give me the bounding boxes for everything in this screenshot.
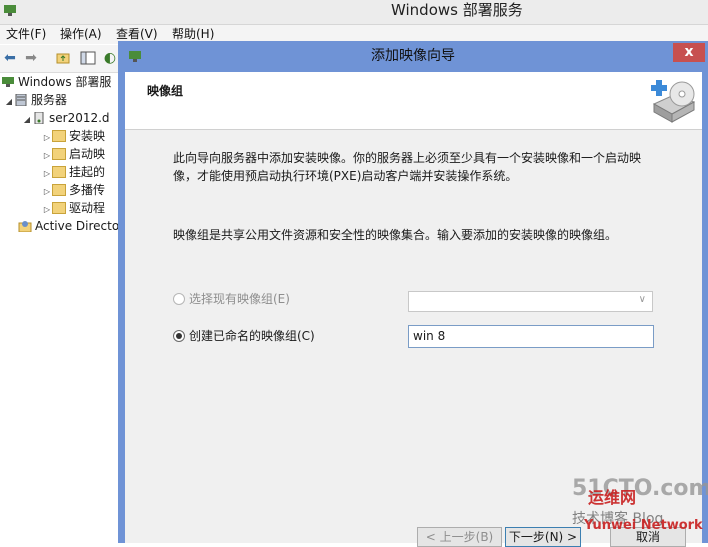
tree-item-boot-images[interactable]: ▷ 启动映: [0, 145, 118, 163]
folder-up-icon[interactable]: [54, 49, 72, 67]
back-arrow-icon[interactable]: ⬅: [1, 49, 19, 67]
image-group-info-text: 映像组是共享公用文件资源和安全性的映像集合。输入要添加的安装映像的映像组。: [173, 228, 618, 242]
watermark-line4: Yunwei Network: [584, 518, 703, 533]
folder-icon: [52, 130, 66, 142]
tree-item-multicast[interactable]: ▷ 多播传: [0, 181, 118, 199]
menu-action[interactable]: 操作(A): [60, 25, 102, 43]
tree-label: 挂起的: [69, 165, 106, 179]
tree-label-server: ser2012.d: [49, 111, 110, 125]
folder-icon: [52, 202, 66, 214]
close-button[interactable]: x: [673, 43, 705, 62]
folder-icon: [52, 184, 66, 196]
expanded-arrow-icon[interactable]: ◢: [4, 93, 14, 111]
tree-item-root[interactable]: Windows 部署服: [0, 73, 118, 91]
wizard-title: 添加映像向导: [371, 48, 455, 64]
tree-item-server[interactable]: ◢ ser2012.d: [0, 109, 118, 127]
tree-item-pending-devices[interactable]: ▷ 挂起的: [0, 163, 118, 181]
tree-label-servers: 服务器: [31, 93, 68, 107]
main-window-title: Windows 部署服务: [391, 1, 523, 19]
deployment-services-icon: [2, 77, 14, 87]
forward-arrow-icon[interactable]: ➡: [22, 49, 40, 67]
select-existing-radio[interactable]: [173, 293, 185, 305]
main-titlebar: [0, 0, 708, 25]
tree-label-active-directory: Active Directo: [35, 219, 118, 233]
server-icon: [34, 112, 44, 124]
servers-icon: [15, 94, 27, 106]
tree-item-drivers[interactable]: ▷ 驱动程: [0, 199, 118, 217]
toolbar-partial-icon[interactable]: ◐: [104, 49, 116, 67]
watermark-line3: 运维网: [588, 488, 637, 507]
add-image-disc-icon: [651, 80, 696, 123]
deployment-services-icon: [4, 5, 16, 16]
create-named-radio[interactable]: [173, 330, 185, 342]
folder-icon: [52, 148, 66, 160]
tree-item-active-directory[interactable]: Active Directo: [0, 217, 118, 235]
image-group-name-input[interactable]: win 8: [408, 325, 654, 348]
folder-icon: [52, 166, 66, 178]
show-hide-console-tree-icon[interactable]: [79, 49, 97, 67]
wizard-header-title: 映像组: [147, 84, 184, 98]
tree-label: 驱动程: [69, 201, 106, 215]
site-watermark: 51CTO.com 技术博客 Blog 运维网 Yunwei Network: [566, 470, 708, 543]
back-button[interactable]: < 上一步(B): [417, 527, 502, 547]
chevron-down-icon: ∨: [638, 294, 646, 305]
menu-file[interactable]: 文件(F): [6, 25, 46, 43]
existing-image-group-select[interactable]: ∨: [408, 291, 653, 312]
tree-label: 安装映: [69, 129, 106, 143]
tree-label: 启动映: [69, 147, 106, 161]
tree-label-root: Windows 部署服: [18, 75, 112, 89]
expanded-arrow-icon[interactable]: ◢: [22, 111, 32, 129]
create-named-label: 创建已命名的映像组(C): [189, 329, 315, 343]
tree-item-servers[interactable]: ◢ 服务器: [0, 91, 118, 109]
tree-item-install-images[interactable]: ▷ 安装映: [0, 127, 118, 145]
intro-text: 此向导向服务器中添加安装映像。你的服务器上必须至少具有一个安装映像和一个启动映像…: [173, 151, 642, 183]
wizard-header: [125, 72, 702, 130]
console-tree: Windows 部署服 ◢ 服务器 ◢ ser2012.d ▷ 安装映 ▷ 启动映 ▷ 挂…: [0, 73, 118, 543]
active-directory-icon: [18, 221, 32, 232]
select-existing-label: 选择现有映像组(E): [189, 292, 290, 306]
tree-label: 多播传: [69, 183, 106, 197]
